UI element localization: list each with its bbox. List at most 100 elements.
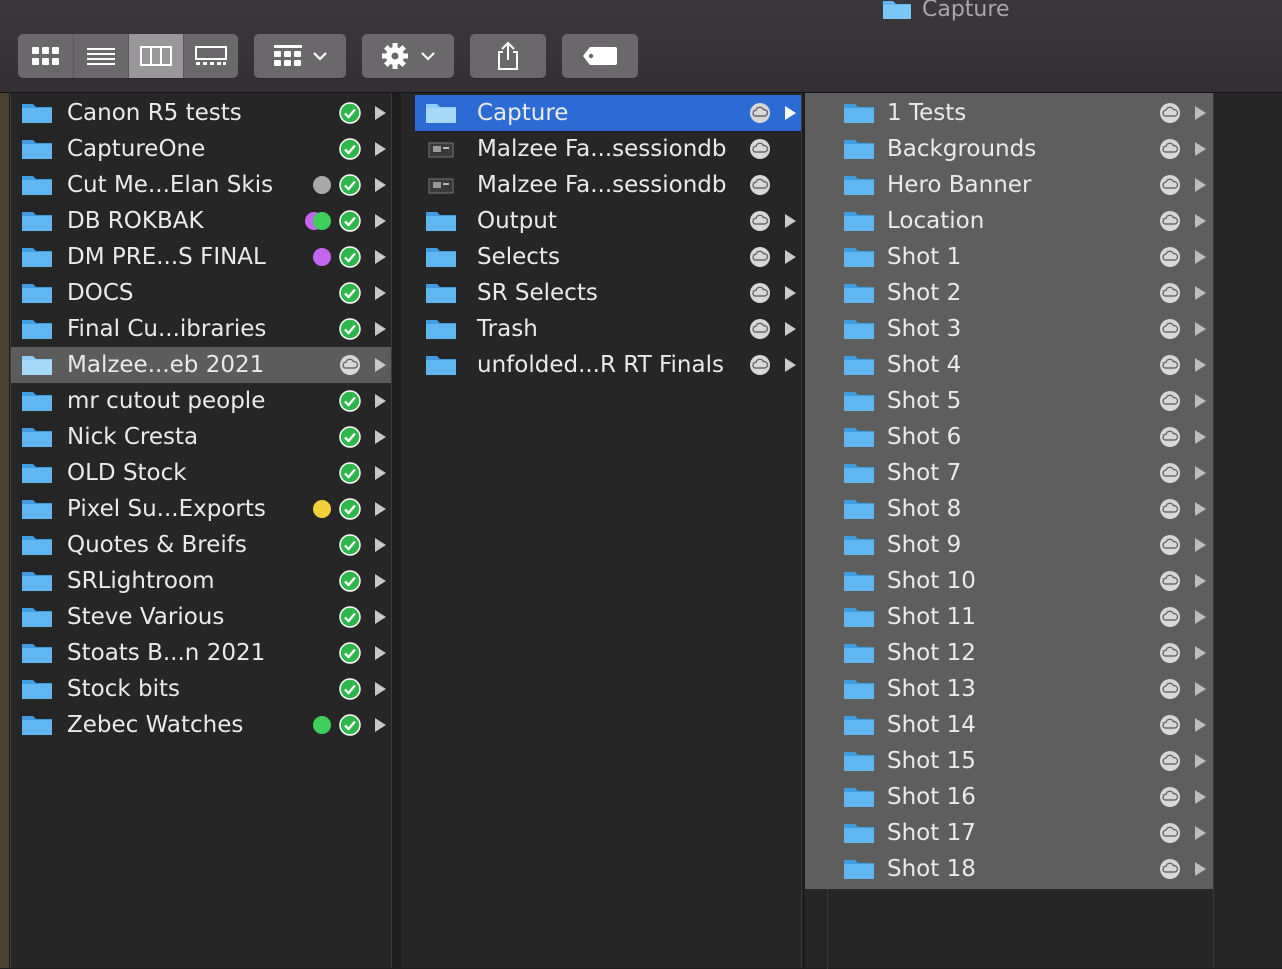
group-by-button[interactable]: [254, 34, 346, 78]
folder-row[interactable]: Pixel Su...Exports: [11, 491, 391, 527]
folder-row[interactable]: Output: [415, 203, 801, 239]
icloud-icon: [1160, 607, 1180, 627]
folder-row[interactable]: SRLightroom: [11, 563, 391, 599]
folder-row[interactable]: Shot 15: [805, 743, 1213, 779]
list-view-button[interactable]: [74, 34, 130, 78]
share-button[interactable]: [470, 34, 546, 78]
file-row[interactable]: Malzee Fa...sessiondb: [415, 131, 801, 167]
color-tag: [313, 212, 331, 230]
action-menu-button[interactable]: [362, 34, 454, 78]
file-row[interactable]: Malzee Fa...sessiondb: [415, 167, 801, 203]
chevron-right-icon: [1195, 106, 1206, 120]
folder-row[interactable]: Nick Cresta: [11, 419, 391, 455]
folder-row[interactable]: Trash: [415, 311, 801, 347]
chevron-right-icon: [375, 574, 386, 588]
chevron-right-icon: [1195, 430, 1206, 444]
folder-row[interactable]: Shot 7: [805, 455, 1213, 491]
column-2[interactable]: Capture Malzee Fa...sessiondb Malzee Fa...…: [401, 93, 802, 968]
icloud-icon: [750, 139, 770, 159]
icloud-icon: [750, 103, 770, 123]
folder-row[interactable]: Shot 2: [805, 275, 1213, 311]
chevron-right-icon: [375, 322, 386, 336]
folder-row[interactable]: Backgrounds: [805, 131, 1213, 167]
folder-row[interactable]: Final Cu...ibraries: [11, 311, 391, 347]
folder-row[interactable]: Stock bits: [11, 671, 391, 707]
folder-row[interactable]: Zebec Watches: [11, 707, 391, 743]
chevron-right-icon: [375, 466, 386, 480]
chevron-down-icon: [421, 52, 435, 61]
tags-group: [562, 34, 638, 78]
folder-name: DOCS: [67, 280, 134, 306]
folder-row[interactable]: Shot 1: [805, 239, 1213, 275]
column-3[interactable]: 1 Tests Backgrounds Hero Banner Location Sho…: [805, 93, 1213, 969]
color-tag: [313, 176, 331, 194]
chevron-right-icon: [375, 502, 386, 516]
folder-row[interactable]: Shot 17: [805, 815, 1213, 851]
folder-icon: [844, 212, 874, 231]
synced-check-icon: [339, 102, 361, 124]
folder-row[interactable]: Cut Me...Elan Skis: [11, 167, 391, 203]
folder-icon: [844, 392, 874, 411]
chevron-right-icon: [375, 430, 386, 444]
folder-row[interactable]: Shot 9: [805, 527, 1213, 563]
folder-row[interactable]: Shot 16: [805, 779, 1213, 815]
window-title: Capture: [882, 0, 1009, 24]
tags-button[interactable]: [562, 34, 638, 78]
folder-row[interactable]: Shot 6: [805, 419, 1213, 455]
tag-icon: [583, 47, 617, 65]
folder-row[interactable]: Shot 18: [805, 851, 1213, 887]
folder-row[interactable]: 1 Tests: [805, 95, 1213, 131]
folder-icon: [844, 536, 874, 555]
folder-row[interactable]: Hero Banner: [805, 167, 1213, 203]
column-4[interactable]: [1213, 93, 1282, 968]
synced-check-icon: [339, 606, 361, 628]
folder-row[interactable]: DB ROKBAK: [11, 203, 391, 239]
folder-name: Shot 18: [887, 856, 976, 882]
folder-name: CaptureOne: [67, 136, 206, 162]
gallery-view-button[interactable]: [183, 34, 238, 78]
folder-row[interactable]: Canon R5 tests: [11, 95, 391, 131]
chevron-right-icon: [375, 106, 386, 120]
folder-icon: [844, 644, 874, 663]
column-1[interactable]: Canon R5 tests CaptureOne Cut Me...Elan Sk…: [10, 93, 392, 968]
chevron-right-icon: [785, 286, 796, 300]
folder-row[interactable]: Shot 11: [805, 599, 1213, 635]
folder-row[interactable]: mr cutout people: [11, 383, 391, 419]
icon-view-button[interactable]: [18, 34, 75, 78]
color-tag: [313, 500, 331, 518]
folder-row[interactable]: Shot 3: [805, 311, 1213, 347]
folder-row[interactable]: Shot 14: [805, 707, 1213, 743]
chevron-right-icon: [1195, 358, 1206, 372]
icloud-icon: [1160, 391, 1180, 411]
color-tag: [313, 716, 331, 734]
folder-row[interactable]: Shot 8: [805, 491, 1213, 527]
folder-row[interactable]: Steve Various: [11, 599, 391, 635]
folder-row[interactable]: DOCS: [11, 275, 391, 311]
icloud-icon: [1160, 535, 1180, 555]
folder-row[interactable]: SR Selects: [415, 275, 801, 311]
folder-icon: [844, 788, 874, 807]
folder-icon: [844, 680, 874, 699]
folder-row[interactable]: Quotes & Breifs: [11, 527, 391, 563]
folder-row[interactable]: OLD Stock: [11, 455, 391, 491]
folder-row[interactable]: Malzee...eb 2021: [11, 347, 391, 383]
folder-row[interactable]: Shot 4: [805, 347, 1213, 383]
folder-row[interactable]: DM PRE...S FINAL: [11, 239, 391, 275]
column-view-button[interactable]: [129, 34, 184, 78]
chevron-right-icon: [1195, 826, 1206, 840]
folder-row[interactable]: CaptureOne: [11, 131, 391, 167]
folder-row[interactable]: Shot 10: [805, 563, 1213, 599]
folder-row[interactable]: Location: [805, 203, 1213, 239]
folder-row[interactable]: Shot 5: [805, 383, 1213, 419]
folder-name: Shot 10: [887, 568, 976, 594]
folder-row[interactable]: Selects: [415, 239, 801, 275]
folder-row[interactable]: Capture: [415, 95, 801, 131]
folder-row[interactable]: Shot 13: [805, 671, 1213, 707]
icloud-icon: [1160, 643, 1180, 663]
folder-row[interactable]: Shot 12: [805, 635, 1213, 671]
folder-row[interactable]: Stoats B...n 2021: [11, 635, 391, 671]
synced-check-icon: [339, 318, 361, 340]
folder-row[interactable]: unfolded...R RT Finals: [415, 347, 801, 383]
folder-icon: [426, 248, 456, 267]
folder-icon: [22, 464, 52, 483]
